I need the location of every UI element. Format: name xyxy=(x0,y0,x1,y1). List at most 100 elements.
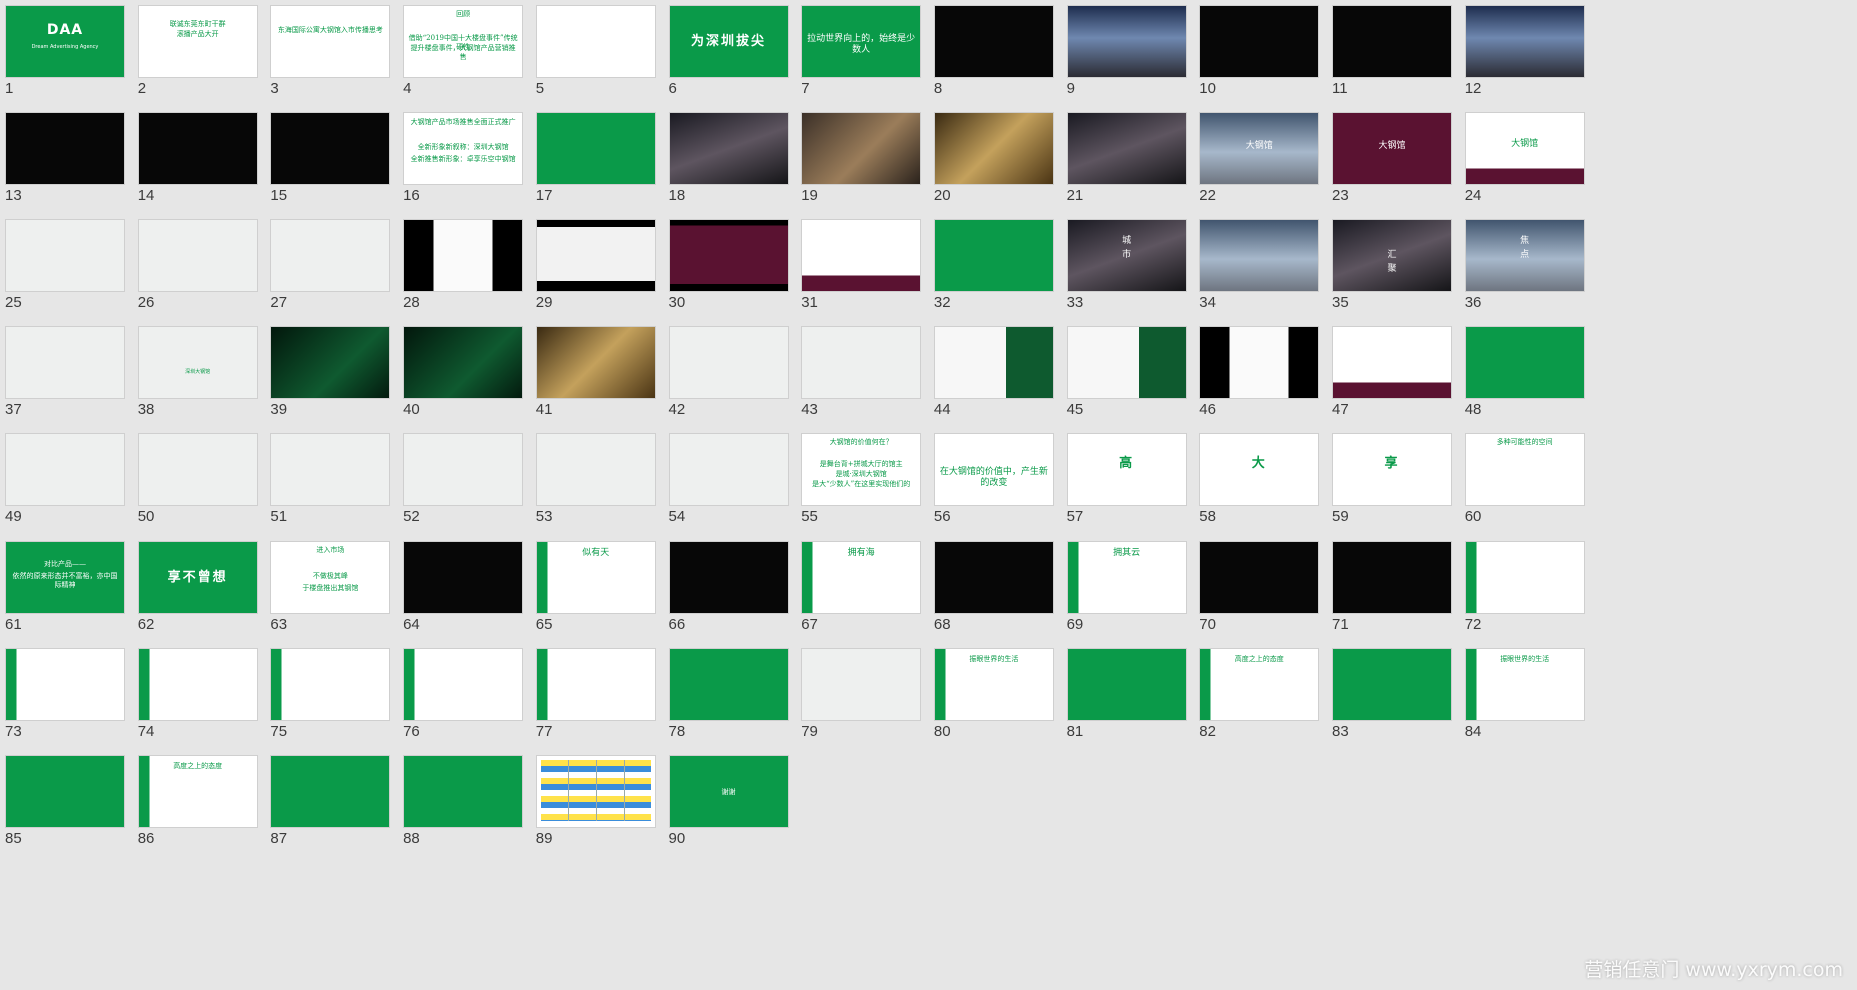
slide-preview[interactable] xyxy=(1066,5,1187,78)
slide-preview[interactable] xyxy=(137,112,258,186)
slide-thumbnail-35[interactable]: 汇聚 35 xyxy=(1327,214,1463,332)
slide-preview[interactable] xyxy=(801,112,922,186)
slide-thumbnail-44[interactable]: 44 xyxy=(929,321,1065,439)
slide-thumbnail-40[interactable]: 40 xyxy=(398,321,534,439)
slide-thumbnail-55[interactable]: 大钢馆的价值何在？ 是舞台背+拼城大厅的馆主 是城·深圳大钢馆 是大“少数人”在这里实… xyxy=(796,428,932,546)
slide-thumbnail-3[interactable]: 东海国际公寓大钢馆入市传播思考 3 xyxy=(265,0,401,118)
slide-preview[interactable]: 联诚东莞东町干群 滚播产品大开 xyxy=(137,5,258,78)
slide-preview[interactable] xyxy=(535,5,656,78)
slide-preview[interactable] xyxy=(403,647,524,721)
slide-thumbnail-68[interactable]: 68 xyxy=(929,536,1065,654)
slide-thumbnail-71[interactable]: 71 xyxy=(1327,536,1463,654)
slide-thumbnail-11[interactable]: 11 xyxy=(1327,0,1463,118)
slide-thumbnail-39[interactable]: 39 xyxy=(265,321,401,439)
slide-thumbnail-50[interactable]: 50 xyxy=(133,428,269,546)
slide-thumbnail-75[interactable]: 75 xyxy=(265,643,401,761)
slide-thumbnail-87[interactable]: 87 xyxy=(265,750,401,868)
slide-thumbnail-41[interactable]: 41 xyxy=(531,321,667,439)
slide-thumbnail-23[interactable]: 大钢馆 23 xyxy=(1327,107,1463,225)
slide-preview[interactable]: 大 xyxy=(1199,433,1320,507)
slide-preview[interactable] xyxy=(137,433,258,507)
slide-thumbnail-15[interactable]: 15 xyxy=(265,107,401,225)
slide-preview[interactable] xyxy=(801,219,922,293)
slide-thumbnail-65[interactable]: 似有天 65 xyxy=(531,536,667,654)
slide-thumbnail-19[interactable]: 19 xyxy=(796,107,932,225)
slide-thumbnail-16[interactable]: 大钢馆产品市场推售全面正式推广 全新形象新叙称：深圳大钢馆 全新推售新形象：卓享乐空… xyxy=(398,107,534,225)
slide-thumbnail-37[interactable]: 37 xyxy=(0,321,136,439)
slide-preview[interactable]: 高度之上的态度 xyxy=(1199,647,1320,721)
slide-thumbnail-36[interactable]: 焦点 36 xyxy=(1460,214,1596,332)
slide-thumbnail-1[interactable]: DAA Dream Advertising Agency 1 xyxy=(0,0,136,118)
slide-thumbnail-26[interactable]: 26 xyxy=(133,214,269,332)
slide-preview[interactable] xyxy=(1464,5,1585,78)
slide-thumbnail-63[interactable]: 进入市场 不做极其峰 于楼盘推出其钢馆 63 xyxy=(265,536,401,654)
slide-preview[interactable] xyxy=(1066,326,1187,400)
slide-preview[interactable] xyxy=(270,754,391,828)
slide-preview[interactable]: 东海国际公寓大钢馆入市传播思考 xyxy=(270,5,391,78)
slide-thumbnail-57[interactable]: 高 57 xyxy=(1062,428,1198,546)
slide-preview[interactable]: 大钢馆 xyxy=(1464,112,1585,186)
slide-preview[interactable] xyxy=(801,326,922,400)
slide-thumbnail-67[interactable]: 拥有海 67 xyxy=(796,536,932,654)
slide-thumbnail-9[interactable]: 9 xyxy=(1062,0,1198,118)
slide-preview[interactable] xyxy=(5,219,125,293)
slide-thumbnail-21[interactable]: 21 xyxy=(1062,107,1198,225)
slide-preview[interactable] xyxy=(270,326,391,400)
slide-thumbnail-7[interactable]: 拉动世界向上的，始终是少数人 7 xyxy=(796,0,932,118)
slide-preview[interactable]: 回顾 借助“2019中国十大楼盘事件”传统硬性 提升楼盘事件，大钢馆产品营销推售 xyxy=(403,5,524,78)
slide-preview[interactable] xyxy=(535,326,656,400)
slide-preview[interactable] xyxy=(1332,5,1452,78)
slide-thumbnail-30[interactable]: 30 xyxy=(664,214,800,332)
slide-preview[interactable] xyxy=(1199,540,1320,614)
slide-preview[interactable] xyxy=(5,647,125,721)
slide-preview[interactable]: 谢谢 xyxy=(668,754,789,828)
slide-preview[interactable]: 振眼世界的生活 xyxy=(1464,647,1585,721)
slide-preview[interactable] xyxy=(403,219,524,293)
slide-preview[interactable] xyxy=(1199,219,1320,293)
slide-preview[interactable]: 拥其云 xyxy=(1066,540,1187,614)
slide-preview[interactable]: 汇聚 xyxy=(1332,219,1452,293)
slide-preview[interactable] xyxy=(933,326,1054,400)
slide-preview[interactable]: 深圳大钢馆 xyxy=(137,326,258,400)
slide-thumbnail-20[interactable]: 20 xyxy=(929,107,1065,225)
slide-preview[interactable] xyxy=(933,112,1054,186)
slide-thumbnail-60[interactable]: 多种可能性的空间 60 xyxy=(1460,428,1596,546)
slide-thumbnail-70[interactable]: 70 xyxy=(1194,536,1330,654)
slide-preview[interactable] xyxy=(1332,540,1452,614)
slide-preview[interactable]: 拥有海 xyxy=(801,540,922,614)
slide-preview[interactable] xyxy=(1066,112,1187,186)
slide-thumbnail-10[interactable]: 10 xyxy=(1194,0,1330,118)
slide-thumbnail-72[interactable]: 72 xyxy=(1460,536,1596,654)
slide-preview[interactable]: 在大钢馆的价值中，产生新的改变 xyxy=(933,433,1054,507)
slide-thumbnail-58[interactable]: 大 58 xyxy=(1194,428,1330,546)
slide-thumbnail-76[interactable]: 76 xyxy=(398,643,534,761)
slide-preview[interactable] xyxy=(933,219,1054,293)
slide-preview[interactable] xyxy=(5,326,125,400)
slide-thumbnail-24[interactable]: 大钢馆 24 xyxy=(1460,107,1596,225)
slide-thumbnail-27[interactable]: 27 xyxy=(265,214,401,332)
slide-thumbnail-81[interactable]: 81 xyxy=(1062,643,1198,761)
slide-thumbnail-86[interactable]: 高度之上的态度 86 xyxy=(133,750,269,868)
slide-preview[interactable] xyxy=(1332,647,1452,721)
slide-preview[interactable]: DAA Dream Advertising Agency xyxy=(5,5,125,78)
slide-thumbnail-83[interactable]: 83 xyxy=(1327,643,1463,761)
slide-thumbnail-43[interactable]: 43 xyxy=(796,321,932,439)
slide-thumbnail-82[interactable]: 高度之上的态度 82 xyxy=(1194,643,1330,761)
slide-preview[interactable] xyxy=(668,540,789,614)
slide-preview[interactable] xyxy=(270,112,391,186)
slide-thumbnail-80[interactable]: 振眼世界的生活 80 xyxy=(929,643,1065,761)
slide-preview[interactable] xyxy=(403,754,524,828)
slide-preview[interactable] xyxy=(535,219,656,293)
slide-preview[interactable] xyxy=(5,754,125,828)
slide-thumbnail-38[interactable]: 深圳大钢馆 38 xyxy=(133,321,269,439)
slide-thumbnail-59[interactable]: 享 59 xyxy=(1327,428,1463,546)
slide-thumbnail-47[interactable]: 47 xyxy=(1327,321,1463,439)
slide-thumbnail-79[interactable]: 79 xyxy=(796,643,932,761)
slide-preview[interactable] xyxy=(403,540,524,614)
slide-preview[interactable] xyxy=(668,219,789,293)
slide-thumbnail-28[interactable]: 28 xyxy=(398,214,534,332)
slide-preview[interactable]: 振眼世界的生活 xyxy=(933,647,1054,721)
slide-preview[interactable] xyxy=(535,433,656,507)
slide-preview[interactable]: 多种可能性的空间 xyxy=(1464,433,1585,507)
slide-thumbnail-8[interactable]: 8 xyxy=(929,0,1065,118)
